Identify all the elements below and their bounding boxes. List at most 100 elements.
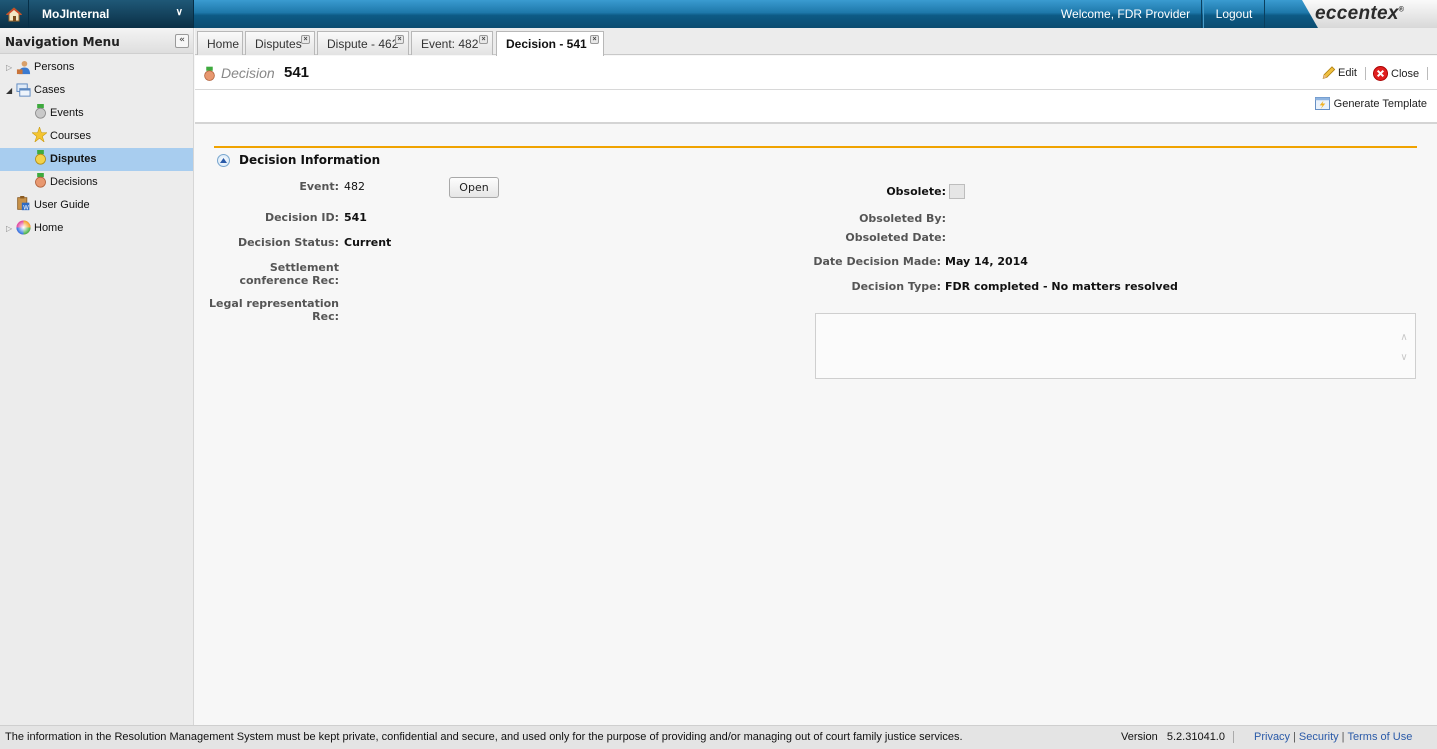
version-label: Version xyxy=(1121,731,1158,743)
security-link[interactable]: Security xyxy=(1299,731,1339,743)
eccentex-logo: eccentex® xyxy=(1302,0,1437,28)
section-header[interactable]: Decision Information xyxy=(217,153,380,167)
sidebar-item-label: Decisions xyxy=(50,176,98,188)
field-value-event: 482 xyxy=(344,180,365,193)
record-title-bar: Decision 541 Edit Close xyxy=(195,56,1437,90)
field-label-event: Event: xyxy=(299,180,339,193)
version-number: 5.2.31041.0 xyxy=(1166,731,1225,743)
generate-template-button[interactable]: Generate Template xyxy=(1314,97,1427,110)
app-switcher-dropdown[interactable]: MoJInternal ∨ xyxy=(29,0,194,28)
sidebar-item-cases[interactable]: ◢ Cases xyxy=(0,79,193,102)
tab-dispute-462[interactable]: Dispute - 462 × xyxy=(317,31,409,55)
sidebar-item-label: Disputes xyxy=(50,153,97,165)
privacy-link[interactable]: Privacy xyxy=(1254,731,1290,743)
tab-bar: Home Disputes × Dispute - 462 × Event: 4… xyxy=(195,28,1437,56)
field-value-date-decision-made: May 14, 2014 xyxy=(945,255,1028,268)
field-value-decision-id: 541 xyxy=(344,211,367,224)
notes-scrollbar[interactable]: ∧ ∨ xyxy=(1396,328,1412,368)
close-button[interactable]: Close xyxy=(1373,66,1419,81)
link-separator: | xyxy=(1293,731,1296,743)
medal-gray-icon xyxy=(35,104,46,119)
field-label-decision-id: Decision ID: xyxy=(264,211,339,224)
pencil-icon xyxy=(1322,66,1336,79)
close-tab-icon[interactable]: × xyxy=(590,35,599,44)
field-value-decision-status: Current xyxy=(344,236,392,249)
obsolete-checkbox[interactable] xyxy=(949,184,965,199)
medal-bronze-icon xyxy=(204,66,215,81)
medal-bronze-icon xyxy=(35,173,46,188)
field-label-decision-type: Decision Type: xyxy=(851,280,941,293)
notes-textarea[interactable] xyxy=(815,313,1416,379)
cases-icon xyxy=(16,83,31,97)
top-bar: MoJInternal ∨ Welcome, FDR Provider Logo… xyxy=(0,0,1437,28)
tab-disputes[interactable]: Disputes × xyxy=(245,31,315,55)
close-label: Close xyxy=(1391,67,1420,80)
collapse-section-icon[interactable] xyxy=(217,153,230,167)
logo-registered-mark: ® xyxy=(1398,6,1405,14)
close-tab-icon[interactable]: × xyxy=(395,35,404,44)
color-wheel-icon xyxy=(16,220,31,235)
tab-label: Disputes xyxy=(255,37,302,51)
open-event-button[interactable]: Open xyxy=(449,177,499,198)
close-tab-icon[interactable]: × xyxy=(301,35,310,44)
field-label-obsoleted-date: Obsoleted Date: xyxy=(845,231,946,244)
tab-label: Decision - 541 xyxy=(506,37,587,51)
sidebar-item-disputes[interactable]: Disputes xyxy=(0,148,193,171)
star-icon xyxy=(32,127,47,142)
logout-button[interactable]: Logout xyxy=(1203,0,1265,28)
field-label-obsoleted-by: Obsoleted By: xyxy=(859,212,946,225)
field-label-decision-status: Decision Status: xyxy=(237,236,339,249)
sidebar-item-courses[interactable]: Courses xyxy=(0,125,193,148)
version-info: Version 5.2.31041.0 xyxy=(1121,731,1234,743)
action-toolbar: Generate Template xyxy=(195,90,1437,124)
close-tab-icon[interactable]: × xyxy=(479,35,488,44)
welcome-text: Welcome, FDR Provider xyxy=(1050,0,1202,28)
record-content: Decision Information Event: 482 Open Dec… xyxy=(195,125,1437,725)
tab-event-482[interactable]: Event: 482 × xyxy=(411,31,493,55)
nav-menu-header: Navigation Menu « xyxy=(0,28,193,54)
sidebar-item-label: Home xyxy=(34,222,64,234)
record-type: Decision xyxy=(221,65,275,81)
sidebar-item-user-guide[interactable]: W User Guide xyxy=(0,194,193,217)
sidebar-item-home[interactable]: ▷ Home xyxy=(0,217,193,240)
collapse-sidebar-button[interactable]: « xyxy=(175,34,189,48)
sidebar-item-persons[interactable]: ▷ Persons xyxy=(0,56,193,79)
scroll-up-icon[interactable]: ∧ xyxy=(1396,328,1412,348)
terms-of-use-link[interactable]: Terms of Use xyxy=(1348,731,1413,743)
house-icon xyxy=(6,6,22,21)
footer: The information in the Resolution Manage… xyxy=(0,725,1437,749)
sidebar-item-label: Cases xyxy=(34,84,66,96)
collapse-arrow-icon[interactable]: ◢ xyxy=(6,79,12,102)
divider xyxy=(1365,67,1366,80)
template-icon xyxy=(1314,97,1330,110)
tab-label: Event: 482 xyxy=(421,37,479,51)
field-label-settlement-conference-rec: Settlement conference Rec: xyxy=(239,261,339,287)
edit-button[interactable]: Edit xyxy=(1321,66,1357,80)
tab-home[interactable]: Home xyxy=(197,31,243,55)
close-circle-icon xyxy=(1373,66,1388,81)
field-label-obsolete: Obsolete: xyxy=(886,185,946,198)
svg-text:W: W xyxy=(23,205,29,211)
sidebar-item-events[interactable]: Events xyxy=(0,102,193,125)
sidebar-item-label: Courses xyxy=(50,130,91,142)
app-name: MoJInternal xyxy=(42,7,110,21)
section-divider xyxy=(214,146,1417,148)
sidebar-item-decisions[interactable]: Decisions xyxy=(0,171,193,194)
section-title: Decision Information xyxy=(239,153,381,167)
scroll-down-icon[interactable]: ∨ xyxy=(1396,348,1412,368)
sidebar-item-label: Events xyxy=(50,107,84,119)
tab-decision-541[interactable]: Decision - 541 × xyxy=(496,31,604,56)
expand-arrow-icon[interactable]: ▷ xyxy=(6,56,12,79)
sidebar-item-label: User Guide xyxy=(34,199,90,211)
sidebar-item-label: Persons xyxy=(34,61,75,73)
footer-links: Privacy | Security | Terms of Use xyxy=(1254,731,1412,743)
tab-label: Dispute - 462 xyxy=(327,37,399,51)
record-id: 541 xyxy=(284,64,310,81)
persons-icon xyxy=(16,60,31,75)
tab-label: Home xyxy=(207,37,240,51)
expand-arrow-icon[interactable]: ▷ xyxy=(6,217,12,240)
field-label-date-decision-made: Date Decision Made: xyxy=(813,255,941,268)
home-button[interactable] xyxy=(0,0,29,28)
edit-label: Edit xyxy=(1338,67,1357,79)
sidebar: Navigation Menu « ▷ Persons ◢ Cases Even… xyxy=(0,28,194,725)
